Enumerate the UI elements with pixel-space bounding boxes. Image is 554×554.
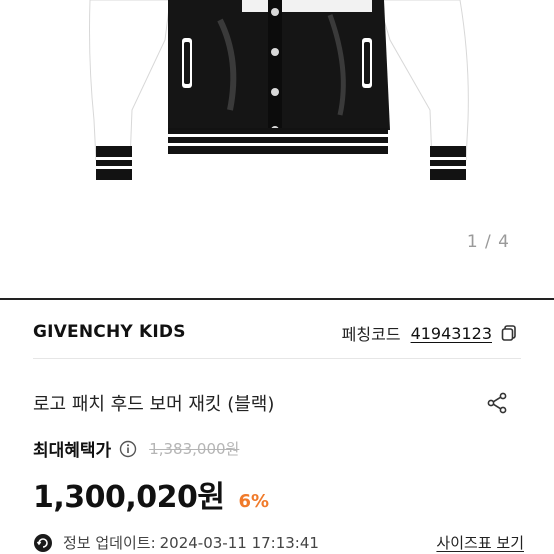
copy-icon[interactable] <box>500 324 518 342</box>
fetching-code: 페칭코드 41943123 <box>342 321 518 345</box>
update-time: 2024-03-11 17:13:41 <box>159 533 319 552</box>
max-benefit-label: 최대혜택가 <box>33 441 112 461</box>
fetching-code-value[interactable]: 41943123 <box>411 324 492 343</box>
product-title: 로고 패치 후드 보머 재킷 (블랙) <box>33 394 275 415</box>
sale-price: 1,300,020원 <box>33 480 225 515</box>
section-divider <box>0 298 554 300</box>
image-counter: 1 / 4 <box>466 232 510 252</box>
fetching-code-label: 페칭코드 <box>341 325 401 344</box>
thin-divider <box>33 358 521 359</box>
brand-name[interactable]: GIVENCHY KIDS <box>33 322 186 342</box>
share-icon[interactable] <box>486 392 508 414</box>
price-row: 1,300,020원 6% <box>33 472 269 516</box>
update-label: 정보 업데이트: <box>63 534 156 552</box>
size-chart-link[interactable]: 사이즈표 보기 <box>436 532 524 553</box>
update-icon <box>34 533 52 552</box>
info-icon[interactable] <box>119 440 137 458</box>
max-benefit-row: 최대혜택가 1,383,000원 <box>33 436 239 461</box>
original-price: 1,383,000원 <box>149 440 240 458</box>
product-image <box>89 0 469 180</box>
info-update-row: 정보 업데이트: 2024-03-11 17:13:41 <box>33 532 319 553</box>
discount-rate: 6% <box>238 491 270 512</box>
product-image-gallery[interactable]: 1 / 4 <box>0 0 554 298</box>
